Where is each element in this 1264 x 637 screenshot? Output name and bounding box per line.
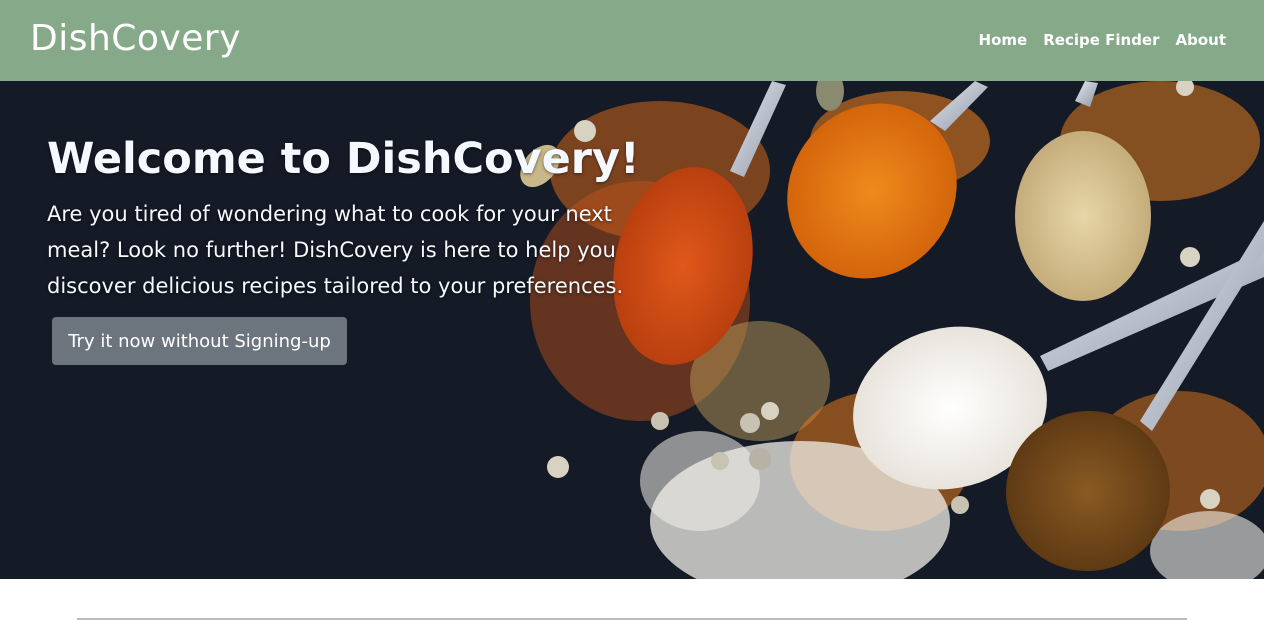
nav-about-link[interactable]: About: [1175, 30, 1226, 50]
brand-logo[interactable]: DishCovery: [30, 14, 241, 64]
nav-recipe-finder-link[interactable]: Recipe Finder: [1043, 30, 1159, 50]
hero-section: Welcome to DishCovery! Are you tired of …: [0, 81, 1264, 579]
nav-home-link[interactable]: Home: [979, 30, 1028, 50]
hero-title: Welcome to DishCovery!: [47, 134, 640, 184]
section-divider: [77, 618, 1187, 620]
navbar: DishCovery Home Recipe Finder About: [0, 0, 1264, 81]
hero-description: Are you tired of wondering what to cook …: [47, 202, 624, 298]
try-now-button[interactable]: Try it now without Signing-up: [52, 317, 347, 365]
nav-links: Home Recipe Finder About: [979, 30, 1226, 50]
